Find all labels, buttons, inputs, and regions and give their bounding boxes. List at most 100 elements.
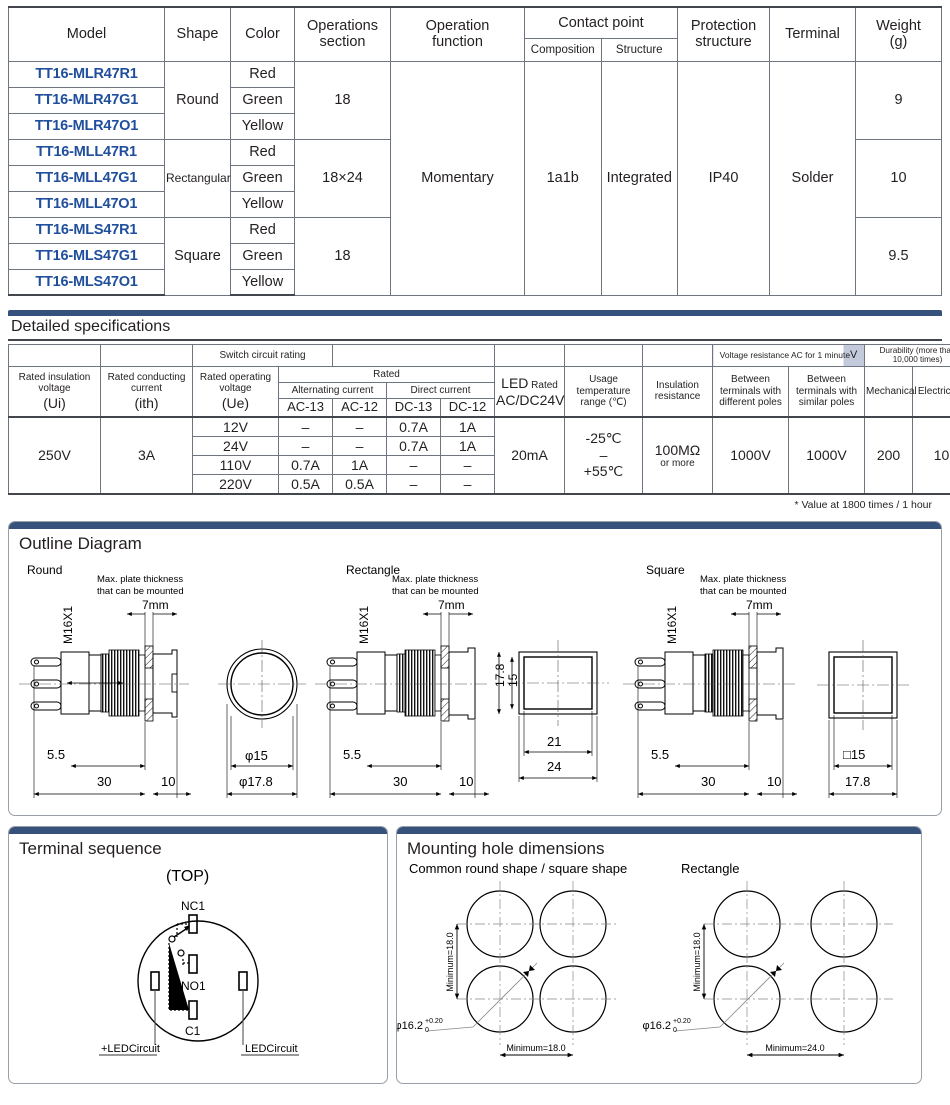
riv-l1: Rated insulation	[18, 371, 91, 383]
mounting-holes-panel: Mounting hole dimensions Common round sh…	[396, 825, 922, 1084]
cell-dc12: 1A	[440, 415, 496, 437]
riv-sym: (Ui)	[43, 394, 66, 411]
round-dim-a: 5.5	[47, 747, 65, 762]
col-header-operations-section: Operations section	[294, 6, 391, 62]
spec-header-insulation-resistance: Insulation resistance	[642, 365, 714, 418]
label-no1: NO1	[181, 979, 206, 993]
detailed-specs-title: Detailed specifications	[11, 318, 171, 335]
col-header-color: Color	[230, 6, 295, 62]
spec-blank-6	[642, 344, 714, 367]
sq-front-s2: 17.8	[845, 774, 870, 789]
cell-shape: Round	[164, 60, 231, 140]
ir-v1: 100MΩ	[654, 441, 701, 458]
mh-caption-2: Rectangle	[681, 861, 740, 876]
mounting-holes-svg: Common round shape / square shape Minimu…	[397, 861, 893, 1058]
mh-tol-up-1: +0.20	[425, 1018, 443, 1025]
cell-insulation-resistance: 100MΩ or more	[642, 415, 714, 495]
mh-tol-lo-1: 0	[425, 1027, 429, 1034]
cell-dc12: –	[440, 473, 496, 495]
cell-usage-temperature: -25℃ – +55℃	[564, 415, 644, 495]
detailed-specs-header: Detailed specifications	[8, 310, 942, 341]
cell-dc12: –	[440, 454, 496, 475]
cell-between-similar-poles: 1000V	[788, 415, 866, 495]
spec-blank-1	[8, 344, 101, 367]
sq-front-s1: □15	[843, 747, 865, 762]
cell-shape: Square	[164, 216, 231, 296]
bsp-l1: Between	[807, 374, 846, 386]
spec-header-rated: Rated	[277, 365, 496, 383]
cell-operations-section: 18	[294, 60, 391, 140]
detailed-specs-table: Switch circuit rating Voltage resistance…	[8, 344, 950, 495]
model-table-body: TT16-MLR47R1 Round Red 18 Momentary 1a1b…	[8, 60, 942, 296]
prot-line2: structure	[695, 34, 752, 51]
spec-header-rated-conducting-current: Rated conducting current (ith)	[100, 365, 193, 418]
rect-front-w1: 21	[547, 734, 561, 749]
cell-model: TT16-MLL47O1	[8, 190, 165, 218]
bdp-l3: different poles	[719, 397, 782, 409]
panel-bar	[397, 826, 921, 834]
sq-note-l2: that can be mounted	[700, 586, 787, 597]
outline-diagram-panel: Outline Diagram Round Max. plate thickne…	[8, 520, 942, 816]
mh-caption-1: Common round shape / square shape	[409, 861, 627, 876]
ops-line1: Operations	[307, 18, 378, 35]
cell-color: Yellow	[230, 190, 295, 218]
round-note-l1: Max. plate thickness	[97, 574, 183, 585]
rect-front-h2: 15	[506, 673, 520, 687]
table-row: TT16-MLR47R1 Round Red 18 Momentary 1a1b…	[8, 60, 942, 296]
led-rated-label: Rated	[531, 380, 558, 392]
ut-l1: Usage	[589, 374, 618, 386]
outline-diagram-title: Outline Diagram	[19, 533, 142, 553]
model-table-header-row: Model Shape Color Operations section Ope…	[8, 5, 942, 62]
cell-color: Green	[230, 86, 295, 114]
ut-l2: temperature	[576, 385, 631, 397]
cell-rated-operating-voltage: 110V	[192, 454, 279, 475]
rcc-l1: Rated conducting	[107, 371, 186, 383]
rect-thread: M16X1	[357, 605, 371, 643]
col-header-operation-function: Operation function	[390, 6, 525, 62]
spec-header-rated-insulation-voltage: Rated insulation voltage (Ui)	[8, 365, 101, 418]
cell-model: TT16-MLR47G1	[8, 86, 165, 114]
rov-l2: voltage	[219, 383, 252, 395]
cell-color: Red	[230, 138, 295, 166]
cell-dc12: 1A	[440, 435, 496, 456]
mh-dia-2: φ16.2	[642, 1020, 671, 1032]
rect-dim-b: 30	[393, 774, 407, 789]
voltage-resistance-unit: V	[850, 349, 858, 362]
outline-diagram-svg: Round Max. plate thickness that can be m…	[19, 563, 909, 798]
spec-header-dc13: DC-13	[386, 397, 442, 418]
cell-rated-insulation-voltage: 250V	[8, 415, 101, 495]
sq-note-l1: Max. plate thickness	[700, 574, 786, 585]
cell-color: Red	[230, 60, 295, 88]
cell-structure: Integrated	[600, 60, 678, 296]
terminal-sequence-svg: (TOP) NC1 NO1 C1 +LEDCircuit LEDCircuit	[99, 868, 299, 1056]
rect-dim-a: 5.5	[343, 747, 361, 762]
cell-between-different-poles: 1000V	[712, 415, 790, 495]
rcc-sym: (ith)	[134, 394, 159, 411]
spec-header-durability: Durability (more than 10,000 times)	[864, 344, 950, 367]
mh-dia-1: φ16.2	[397, 1020, 423, 1032]
cell-rated-operating-voltage: 12V	[192, 415, 279, 437]
spec-blank-5	[564, 344, 644, 367]
spec-header-between-similar-poles: Between terminals with similar poles	[788, 365, 866, 418]
cell-color: Yellow	[230, 268, 295, 296]
bsp-l2: terminals with	[795, 385, 858, 397]
section-rule	[8, 339, 942, 341]
cell-led: 20mA	[494, 415, 566, 495]
cell-composition: 1a1b	[524, 60, 602, 296]
cell-model: TT16-MLS47R1	[8, 216, 165, 244]
cell-weight: 10	[855, 138, 942, 218]
terminal-sequence-panel: Terminal sequence (TOP) NC1 NO1 C1 +LEDC…	[8, 825, 388, 1084]
opf-line2: function	[432, 34, 483, 51]
spec-header-usage-temperature: Usage temperature range (℃)	[564, 365, 644, 418]
rov-sym: (Ue)	[221, 394, 250, 411]
cell-dc13: 0.7A	[386, 435, 442, 456]
sq-thread: M16X1	[665, 605, 679, 643]
ir-l1: Insulation	[656, 379, 699, 391]
rect-front-h1: 17.8	[493, 663, 507, 687]
bsp-l3: similar poles	[798, 397, 855, 409]
col-header-shape: Shape	[164, 6, 231, 62]
cell-ac12: 1A	[332, 454, 388, 475]
cell-terminal: Solder	[769, 60, 856, 296]
sq-thickness: 7mm	[746, 598, 773, 612]
detailed-specs-section: Switch circuit rating Voltage resistance…	[0, 344, 950, 511]
